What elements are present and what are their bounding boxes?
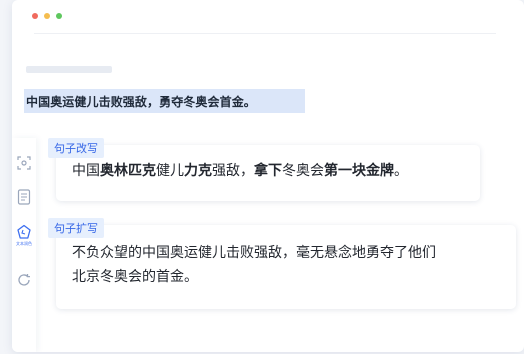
document-icon [17,189,31,205]
unchanged-phrase: 冬奥会 [282,163,324,179]
changed-phrase: 奥林匹克 [100,163,156,179]
rewrite-result: 中国奥林匹克健儿力克强敌，拿下冬奥会第一块金牌。 [72,159,408,183]
unchanged-phrase: 中国 [72,163,100,179]
unchanged-phrase: 健儿 [156,163,184,179]
sidebar-item-caption: 文本润色 [16,241,32,246]
header-divider [34,33,496,34]
placeholder-line [26,66,112,73]
expand-result: 不负众望的中国奥运健儿击败强敌，毫无悬念地勇夺了他们 北京冬奥会的首金。 [72,241,436,289]
unchanged-phrase: 强敌， [212,163,254,179]
minimize-dot[interactable] [44,13,50,19]
maximize-dot[interactable] [56,13,62,19]
selected-sentence[interactable]: 中国奥运健儿击败强敌，勇夺冬奥会首金。 [24,89,305,113]
window-controls [32,13,62,19]
changed-phrase: 拿下 [254,163,282,179]
unchanged-phrase: 。 [394,163,408,179]
close-dot[interactable] [32,13,38,19]
expand-card[interactable]: 不负众望的中国奥运健儿击败强敌，毫无悬念地勇夺了他们 北京冬奥会的首金。 [56,225,516,309]
tag-expand: 句子扩写 [48,218,104,238]
changed-phrase: 力克 [184,163,212,179]
expand-result-line2: 北京冬奥会的首金。 [72,269,198,285]
expand-result-line1: 不负众望的中国奥运健儿击败强敌，毫无悬念地勇夺了他们 [72,245,436,261]
scan-icon [17,156,31,170]
sidebar-item-document[interactable] [12,189,36,205]
changed-phrase: 第一块金牌 [324,163,394,179]
sidebar-item-scan[interactable] [12,156,36,170]
app-window: 中国奥运健儿击败强敌，勇夺冬奥会首金。 文本润色 中国奥林匹克健儿力克强敌，拿下… [12,0,524,352]
sidebar-item-text-polish[interactable]: 文本润色 [12,224,36,247]
refresh-icon [18,274,30,286]
text-polish-icon [17,224,31,239]
tool-sidebar: 文本润色 [12,138,36,352]
rewrite-card[interactable]: 中国奥林匹克健儿力克强敌，拿下冬奥会第一块金牌。 [56,145,480,201]
sidebar-item-refresh[interactable] [12,273,36,287]
tag-rewrite: 句子改写 [48,138,104,158]
